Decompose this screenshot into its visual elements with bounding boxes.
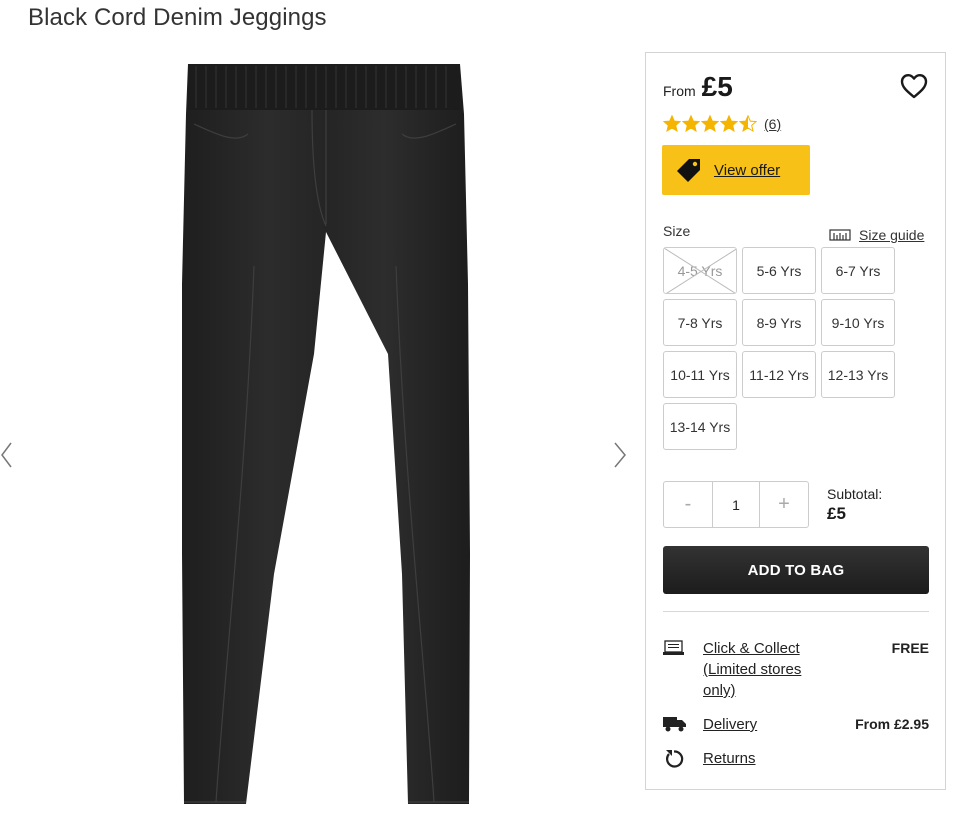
gallery-prev-button[interactable] [0, 438, 20, 472]
quantity-value[interactable]: 1 [712, 482, 760, 527]
quantity-stepper: - 1 + [663, 481, 809, 528]
star-icon [701, 115, 719, 132]
click-collect-line-1: Click & Collect [703, 640, 800, 657]
size-option[interactable]: 10-11 Yrs [663, 351, 737, 398]
quantity-increase-button[interactable]: + [760, 482, 808, 527]
size-guide-link[interactable]: Size guide [829, 227, 924, 243]
size-option[interactable]: 12-13 Yrs [821, 351, 895, 398]
size-option-label: 13-14 Yrs [669, 418, 731, 435]
heart-icon [900, 74, 928, 99]
star-icon [720, 115, 738, 132]
purchase-panel: From £5 (6) View offer Size Size guide 4… [645, 52, 946, 790]
price: From £5 [663, 71, 733, 103]
click-collect-line-2: (Limited stores [703, 661, 802, 678]
gallery-next-button[interactable] [611, 438, 631, 472]
chevron-left-icon [1, 442, 12, 468]
size-option[interactable]: 13-14 Yrs [663, 403, 737, 450]
product-title: Black Cord Denim Jeggings [28, 4, 327, 31]
review-count-link[interactable]: (6) [764, 116, 781, 132]
click-collect-link[interactable]: Click & Collect (Limited stores only) [703, 638, 801, 701]
ruler-icon [829, 229, 851, 241]
view-offer-label: View offer [714, 161, 781, 179]
product-image[interactable] [176, 54, 478, 814]
size-option-label: 10-11 Yrs [670, 366, 730, 383]
delivery-price: From £2.95 [855, 716, 929, 732]
size-guide-label: Size guide [859, 227, 925, 243]
rating-stars [663, 115, 758, 132]
star-icon [663, 115, 681, 132]
size-option-label: 7-8 Yrs [677, 314, 723, 331]
size-option[interactable]: 9-10 Yrs [821, 299, 895, 346]
delivery-link[interactable]: Delivery [703, 714, 757, 735]
size-option-label: 11-12 Yrs [749, 366, 809, 383]
subtotal-label: Subtotal: [827, 486, 883, 502]
size-option[interactable]: 4-5 Yrs [663, 247, 737, 294]
size-option-label: 5-6 Yrs [756, 262, 802, 279]
returns-link[interactable]: Returns [703, 748, 756, 769]
size-option[interactable]: 11-12 Yrs [742, 351, 816, 398]
returns-icon [666, 750, 684, 768]
subtotal-value: £5 [827, 504, 846, 523]
size-option-label: 8-9 Yrs [756, 314, 802, 331]
divider [663, 611, 929, 612]
size-option-label: 9-10 Yrs [831, 314, 885, 331]
star-icon [739, 115, 757, 132]
click-collect-price: FREE [891, 640, 929, 656]
wishlist-button[interactable] [899, 71, 929, 101]
delivery-truck-icon [663, 717, 686, 732]
chevron-right-icon [614, 442, 626, 468]
view-offer-button[interactable]: View offer [662, 145, 810, 195]
product-rating[interactable]: (6) [663, 115, 781, 132]
size-option-label: 6-7 Yrs [835, 262, 881, 279]
price-tag-icon [677, 159, 700, 182]
price-from-label: From [663, 83, 696, 99]
price-value: £5 [701, 71, 733, 102]
add-to-bag-button[interactable]: ADD TO BAG [663, 546, 929, 594]
size-option[interactable]: 7-8 Yrs [663, 299, 737, 346]
click-collect-icon [663, 640, 684, 655]
size-label: Size [663, 223, 691, 239]
click-collect-line-3: only) [703, 682, 736, 699]
size-option[interactable]: 5-6 Yrs [742, 247, 816, 294]
quantity-decrease-button[interactable]: - [664, 482, 712, 527]
star-icon [682, 115, 700, 132]
size-option-label: 12-13 Yrs [827, 366, 889, 383]
subtotal: Subtotal: £5 [827, 486, 882, 524]
size-option[interactable]: 6-7 Yrs [821, 247, 895, 294]
jeggings-image [182, 64, 470, 804]
unavailable-cross-icon [664, 248, 736, 293]
size-option[interactable]: 8-9 Yrs [742, 299, 816, 346]
